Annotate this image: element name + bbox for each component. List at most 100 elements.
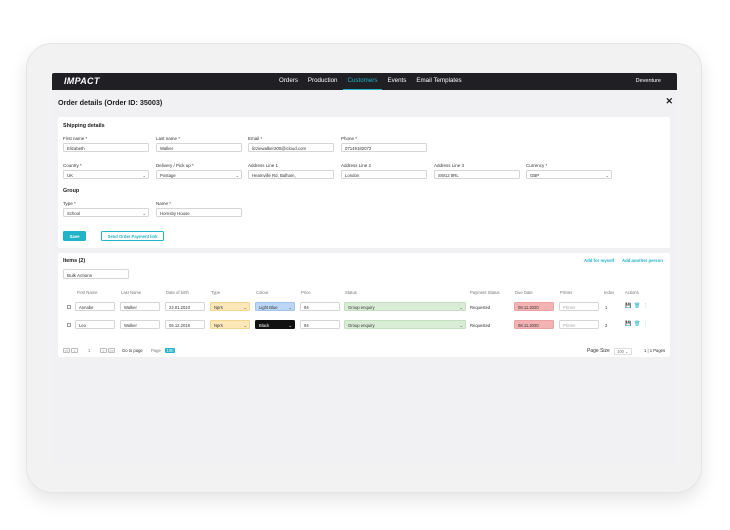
group-name-label: Name *: [156, 201, 172, 206]
save-button[interactable]: Save: [63, 231, 86, 241]
row-checkbox[interactable]: [67, 323, 71, 327]
row1-price[interactable]: 94: [300, 302, 340, 311]
nav-email-templates[interactable]: Email Templates: [411, 73, 466, 90]
delivery-value: Postage: [160, 173, 176, 179]
trash-icon[interactable]: 🗑: [634, 321, 640, 327]
address2-label: Address Line 2: [341, 163, 372, 168]
bulk-actions-select[interactable]: Bulk Actions: [63, 269, 129, 279]
row1-payment-status: Requested: [470, 305, 491, 310]
row1-status-select[interactable]: Group enquiry ⌄: [344, 302, 466, 311]
row1-last-name[interactable]: Walker: [120, 302, 160, 311]
add-for-myself-link[interactable]: Add for myself: [584, 258, 614, 263]
row1-type-select[interactable]: Nprs ⌄: [210, 302, 250, 311]
more-vertical-icon[interactable]: ⋮: [643, 321, 648, 327]
row2-type-select[interactable]: Nprs ⌄: [210, 320, 250, 329]
first-page-button[interactable]: <<: [63, 348, 70, 353]
close-icon[interactable]: ✕: [665, 96, 673, 107]
col-status: Status: [345, 290, 357, 295]
country-label: Country *: [63, 163, 82, 168]
col-due-date: Due Date: [515, 290, 533, 295]
email-label: Email *: [248, 136, 263, 141]
currency-value: GBP: [530, 173, 540, 179]
nav-orders[interactable]: Orders: [274, 73, 303, 90]
row1-dob[interactable]: 22.01.2010: [165, 302, 205, 311]
chevron-down-icon: ⌄: [243, 322, 247, 328]
page-size-value: 100: [617, 349, 624, 354]
prev-page-button[interactable]: <: [71, 348, 78, 353]
items-title: Items (2): [63, 258, 86, 264]
row1-colour-select[interactable]: Light Blue ⌄: [255, 302, 295, 311]
row2-index: 2: [605, 323, 608, 328]
col-last-name: Last Name: [121, 290, 142, 295]
shipping-title: Shipping details: [63, 123, 105, 129]
row-checkbox[interactable]: [67, 305, 71, 309]
row1-due-date[interactable]: 08.11.2020: [514, 302, 554, 311]
page-label: Page: [151, 348, 161, 353]
page-title: Order details (Order ID: 35003): [58, 98, 163, 107]
address2-field[interactable]: London: [341, 170, 427, 179]
group-type-value: School: [67, 211, 81, 217]
trash-icon[interactable]: 🗑: [634, 303, 640, 309]
row1-type-value: Nprs: [214, 305, 223, 311]
chevron-down-icon: ⌄: [459, 322, 463, 328]
row2-payment-status: Requested: [470, 323, 491, 328]
row2-colour-select[interactable]: Black ⌄: [255, 320, 295, 329]
chevron-down-icon: ⌄: [288, 304, 292, 310]
save-icon[interactable]: 💾: [625, 321, 631, 327]
row2-status-value: Group enquiry: [348, 323, 375, 329]
col-date-of-birth: Date of birth: [166, 290, 189, 295]
phone-field[interactable]: 07149182072: [341, 143, 427, 152]
save-icon[interactable]: 💾: [625, 303, 631, 309]
group-type-select[interactable]: School ⌄: [63, 208, 149, 217]
col-price: Price: [301, 290, 311, 295]
page-input[interactable]: 100: [165, 348, 175, 353]
first-name-label: First name *: [63, 136, 88, 141]
chevron-down-icon: ⌄: [243, 304, 247, 310]
row2-price[interactable]: 94: [300, 320, 340, 329]
col-payment-status: Payment Status: [470, 290, 500, 295]
nav-production[interactable]: Production: [303, 73, 343, 90]
delivery-select[interactable]: Postage ⌄: [156, 170, 242, 179]
row2-type-value: Nprs: [214, 323, 223, 329]
currency-select[interactable]: GBP ⌄: [526, 170, 612, 179]
row2-printer[interactable]: Printer: [559, 320, 599, 329]
group-name-field[interactable]: Hornsby House: [156, 208, 242, 217]
add-another-person-link[interactable]: Add another person: [622, 258, 663, 263]
address1-label: Address Line 1: [248, 163, 279, 168]
app-logo: IMPACT: [64, 76, 100, 86]
row2-dob[interactable]: 05.12.2018: [165, 320, 205, 329]
col-type: Type: [211, 290, 221, 295]
row2-status-select[interactable]: Group enquiry ⌄: [344, 320, 466, 329]
country-select[interactable]: UK ⌄: [63, 170, 149, 179]
col-actions: Actions: [625, 290, 639, 295]
address3-field[interactable]: SW12 8RL: [434, 170, 520, 179]
email-field[interactable]: lizziewalker200@icloud.com: [248, 143, 334, 152]
page-size-select[interactable]: 100 ⌄: [614, 348, 632, 355]
row1-first-name[interactable]: Annabe: [75, 302, 115, 311]
nav-events[interactable]: Events: [382, 73, 411, 90]
last-page-button[interactable]: >>: [108, 348, 115, 353]
row2-last-name[interactable]: Walker: [120, 320, 160, 329]
row2-due-date[interactable]: 08.11.2020: [514, 320, 554, 329]
next-page-button[interactable]: >: [100, 348, 107, 353]
chevron-down-icon: ⌄: [625, 349, 629, 354]
more-vertical-icon[interactable]: ⋮: [643, 303, 648, 309]
phone-label: Phone *: [341, 136, 358, 141]
address1-field[interactable]: Heamville Rd, Balham,: [248, 170, 334, 179]
nav-customers[interactable]: Customers: [342, 73, 383, 90]
shipping-card: [58, 117, 670, 248]
chevron-down-icon: ⌄: [459, 304, 463, 310]
group-type-label: Type *: [63, 201, 76, 206]
row2-colour-value: Black: [259, 323, 270, 329]
chevron-down-icon: ⌄: [288, 322, 292, 328]
page-size-label: Page Size: [587, 348, 610, 354]
last-name-field[interactable]: Walker: [156, 143, 242, 152]
send-payment-link-button[interactable]: Send Order Payment link: [101, 231, 164, 241]
row1-printer[interactable]: Printer: [559, 302, 599, 311]
first-name-field[interactable]: Elizabeth: [63, 143, 149, 152]
row2-first-name[interactable]: Leo: [75, 320, 115, 329]
user-menu[interactable]: Deventure: [636, 78, 661, 84]
col-first-name: First Name: [77, 290, 98, 295]
delivery-label: Delivery / Pick up *: [156, 163, 194, 168]
address3-label: Address Line 3: [434, 163, 465, 168]
